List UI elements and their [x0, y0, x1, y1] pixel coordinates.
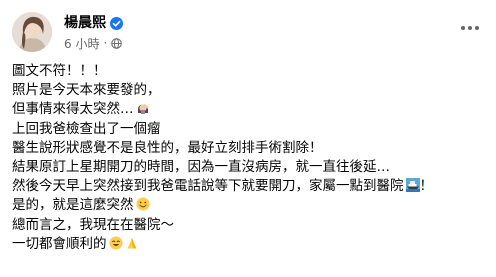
post-header: 楊晨熙 6 小時 ·	[12, 12, 484, 54]
more-options-button[interactable]	[456, 18, 484, 38]
post-line: 上回我爸檢查出了一個瘤	[12, 120, 161, 137]
verified-badge-icon	[110, 16, 123, 30]
post-timestamp[interactable]: 6 小時	[64, 35, 99, 52]
post-line: 但事情來得太突然…	[12, 100, 488, 119]
post-line: 醫生說形狀感覺不是良性的，最好立刻排手術割除！	[12, 139, 323, 156]
more-dot-icon	[461, 26, 465, 30]
post-line: 一切都會順利的	[12, 235, 488, 254]
ship-icon	[405, 178, 420, 193]
woman-face-palm-icon	[137, 104, 148, 115]
more-dot-icon	[468, 26, 472, 30]
smiling-face-icon	[136, 197, 149, 211]
author-row: 楊晨熙	[64, 14, 123, 32]
more-dot-icon	[475, 26, 479, 30]
post-body: 圖文不符！！！ 照片是今天本來要發的， 但事情來得太突然… 上回我爸檢查出了一個…	[12, 62, 488, 254]
folded-hands-icon	[127, 237, 136, 249]
avatar-portrait-icon	[12, 12, 52, 52]
grinning-face-icon	[109, 236, 122, 250]
post-line: 總而言之，我現在在醫院～	[12, 216, 174, 233]
post-line: 圖文不符！！！	[12, 63, 107, 79]
post-meta: 6 小時 ·	[64, 35, 123, 52]
author-name[interactable]: 楊晨熙	[64, 14, 106, 32]
globe-icon[interactable]	[111, 37, 123, 49]
post-line: 是的，就是這麼突然	[12, 196, 488, 215]
post-line: 結果原訂上星期開刀的時間，因為一直沒病房，就一直往後延…	[12, 158, 390, 175]
facebook-post: 楊晨熙 6 小時 · 圖文不符！！！ 照片是今天本來要發的， 但事情來得太突然…	[0, 0, 496, 277]
post-line: 照片是今天本來要發的，	[12, 82, 161, 99]
author-avatar[interactable]	[12, 12, 52, 52]
post-line: 然後今天早上突然接到我爸電話說等下就要開刀，家屬一點到醫院 ！	[12, 178, 433, 195]
meta-separator: ·	[103, 36, 108, 50]
